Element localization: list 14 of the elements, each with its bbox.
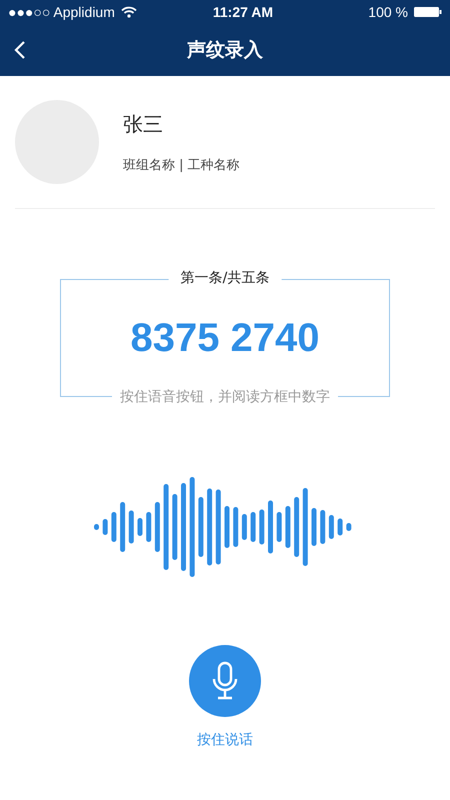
wifi-icon <box>120 6 137 18</box>
battery-icon <box>414 6 442 18</box>
record-label: 按住说话 <box>197 731 253 749</box>
back-icon <box>14 40 26 60</box>
prompt-hint: 按住语音按钮，并阅读方框中数字 <box>112 388 338 406</box>
page-title: 声纹录入 <box>187 38 263 63</box>
carrier-name: ●●●○○ Applidium <box>8 4 115 20</box>
prompt-digits: 8375 2740 <box>130 316 320 360</box>
status-time: 11:27 AM <box>212 4 274 20</box>
battery-percent: 100 % <box>368 4 408 20</box>
prompt-counter: 第一条/共五条 <box>168 269 282 287</box>
user-team: 班组名称 | 工种名称 <box>123 156 240 174</box>
user-name: 张三 <box>123 110 164 138</box>
microphone-icon <box>212 661 238 701</box>
